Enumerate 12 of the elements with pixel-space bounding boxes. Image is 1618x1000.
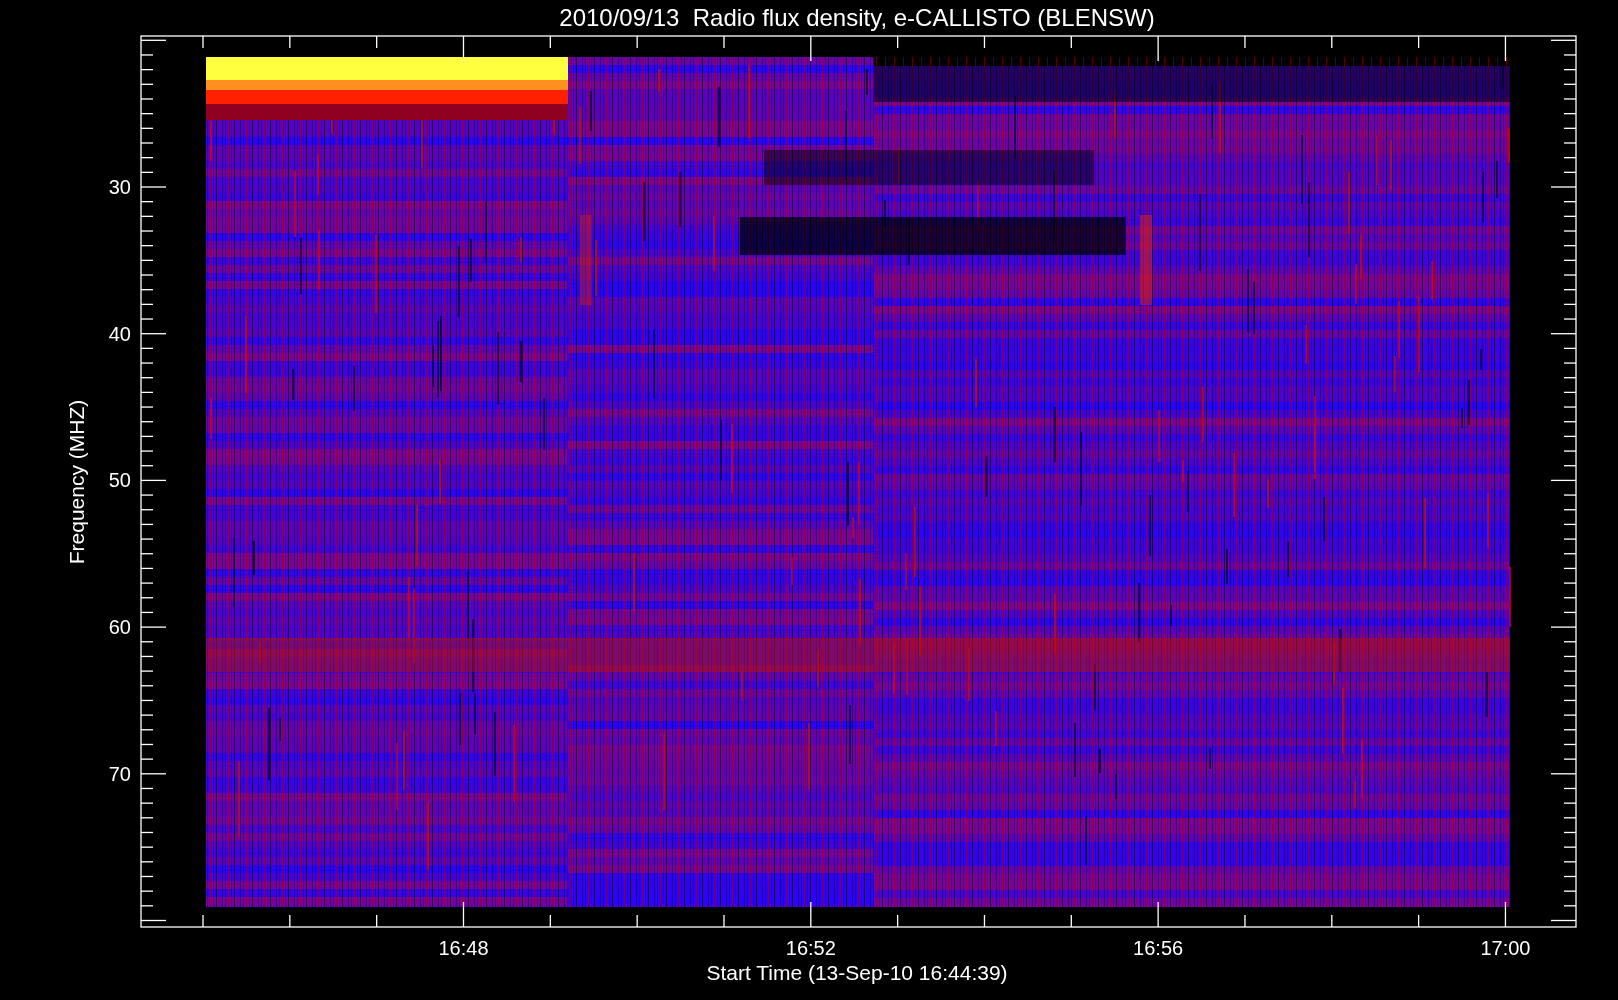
y-tick-label: 50 [108, 469, 131, 492]
chart-title: 2010/09/13 Radio flux density, e-CALLISTO (BLENSW) [559, 4, 1155, 31]
x-tick-label: 17:00 [1480, 937, 1531, 959]
y-axis-label: Frequency (MHZ) [65, 399, 88, 565]
y-tick-label: 40 [108, 322, 131, 345]
y-tick-label: 60 [108, 616, 131, 639]
x-tick-label: 16:56 [1133, 937, 1184, 959]
y-tick-label: 30 [108, 176, 131, 198]
x-tick-label: 16:52 [785, 937, 836, 959]
x-tick-label: 16:48 [438, 937, 489, 959]
y-tick-label: 70 [108, 762, 131, 785]
x-axis-label: Start Time (13-Sep-10 16:44:39) [706, 961, 1008, 984]
